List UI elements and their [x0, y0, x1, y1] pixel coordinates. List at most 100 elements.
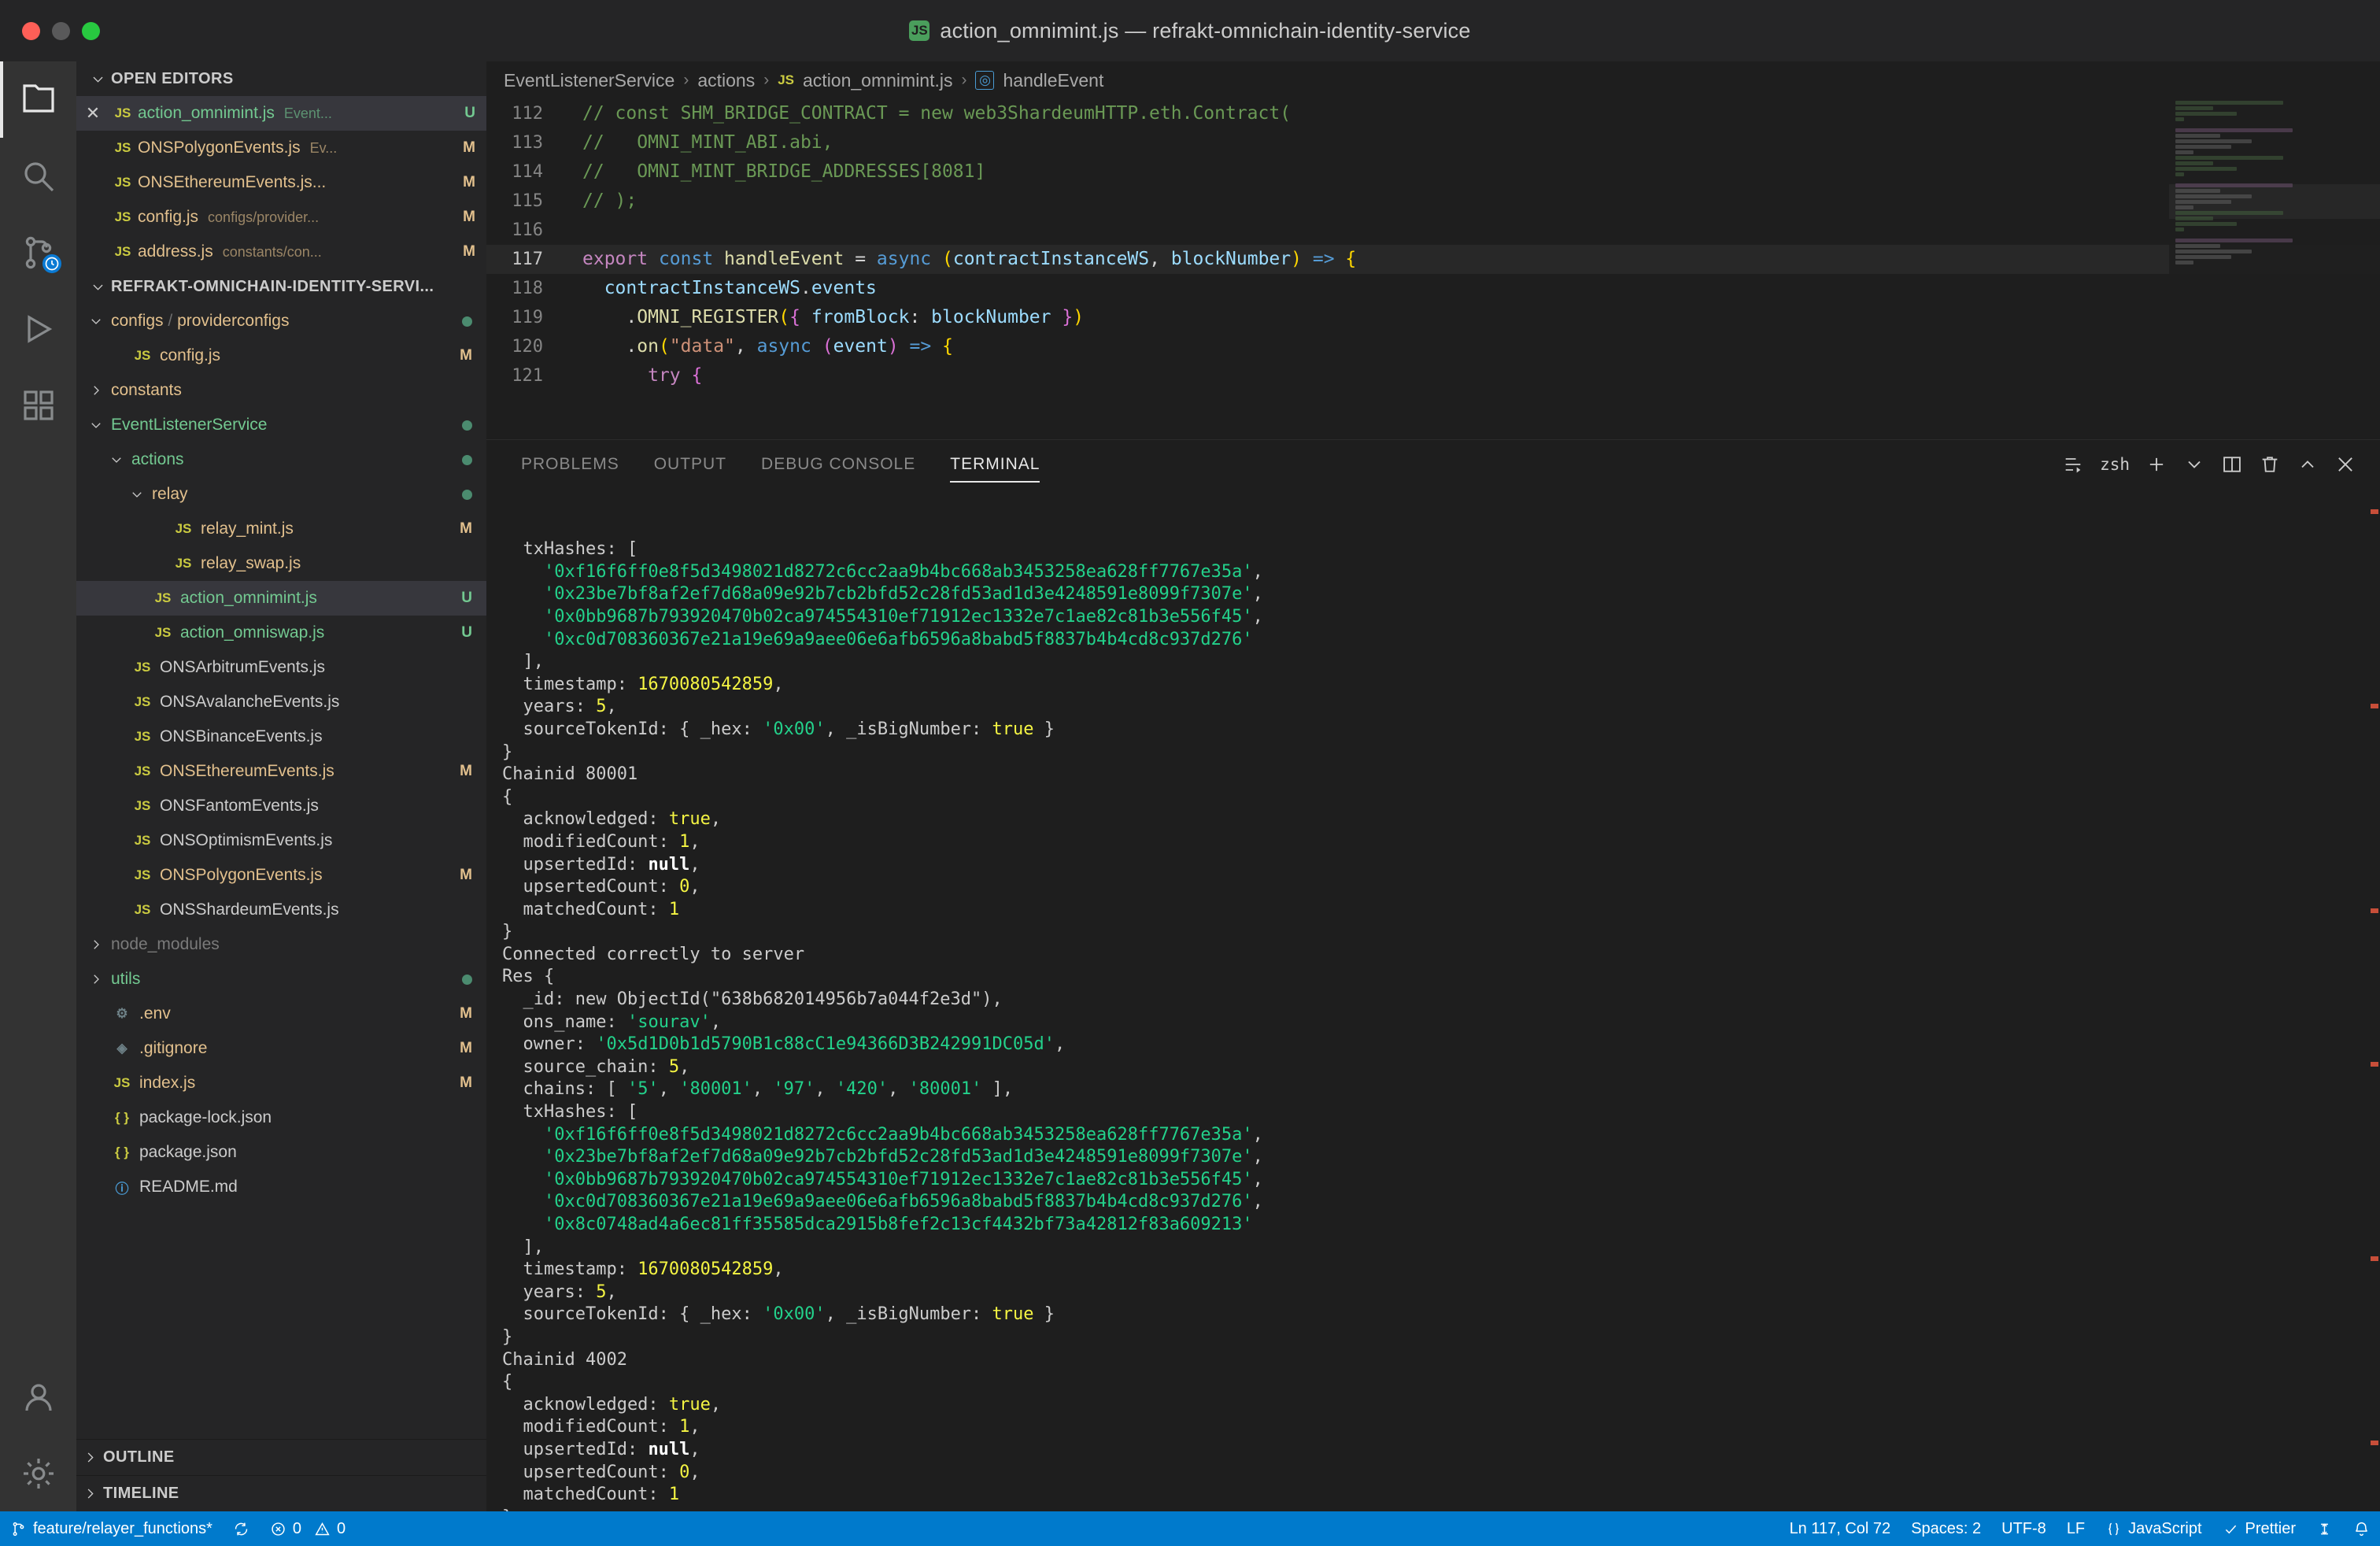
- tree-file-item[interactable]: ◈ .gitignore M: [76, 1031, 486, 1066]
- activity-explorer-icon[interactable]: [0, 61, 76, 138]
- line-number: 114: [512, 162, 543, 182]
- chevron-right-icon: [84, 383, 108, 398]
- editor-overview-ruler[interactable]: [2367, 99, 2380, 439]
- close-icon[interactable]: ✕: [76, 105, 109, 122]
- tree-file-item[interactable]: JS index.js M: [76, 1066, 486, 1100]
- tree-file-item[interactable]: JS ONSBinanceEvents.js: [76, 719, 486, 754]
- explorer-section: REFRAKT-OMNICHAIN-IDENTITY-SERVI... conf…: [76, 269, 486, 1439]
- status-formatter[interactable]: Prettier: [2212, 1511, 2306, 1546]
- tree-file-item[interactable]: JS relay_swap.js: [76, 546, 486, 581]
- terminal-line: ons_name: 'sourav',: [502, 1012, 722, 1032]
- close-icon[interactable]: [2334, 453, 2356, 475]
- tree-file-item[interactable]: JS action_omniswap.js U: [76, 616, 486, 650]
- minimap-line: [2175, 189, 2220, 193]
- tree-file-item[interactable]: JS action_omnimint.js U: [76, 581, 486, 616]
- terminal-line: matchedCount: 1: [502, 899, 680, 919]
- split-terminal-icon[interactable]: [2221, 453, 2243, 475]
- status-remote[interactable]: [2306, 1511, 2343, 1546]
- panel-tab-output[interactable]: OUTPUT: [637, 440, 744, 489]
- tree-file-item[interactable]: JS ONSShardeumEvents.js: [76, 893, 486, 927]
- tree-folder-item[interactable]: actions: [76, 442, 486, 477]
- tree-folder-item[interactable]: utils: [76, 962, 486, 997]
- open-editor-item[interactable]: JS address.js constants/con... M: [76, 235, 486, 269]
- open-editor-item[interactable]: JS ONSPolygonEvents.js Ev... M: [76, 131, 486, 165]
- panel-tab-terminal[interactable]: TERMINAL: [933, 440, 1057, 489]
- open-editor-item[interactable]: ✕ JS action_omnimint.js Event... U: [76, 96, 486, 131]
- tree-folder-item[interactable]: configs / providerconfigs: [76, 304, 486, 338]
- breadcrumb-item[interactable]: EventListenerService: [504, 70, 674, 91]
- window-controls[interactable]: [22, 21, 100, 40]
- tree-folder-item[interactable]: constants: [76, 373, 486, 408]
- status-problems[interactable]: 0 0: [260, 1511, 356, 1546]
- new-terminal-icon[interactable]: [2145, 453, 2168, 475]
- tree-file-item[interactable]: JS relay_mint.js M: [76, 512, 486, 546]
- tree-file-item[interactable]: JS ONSEthereumEvents.js M: [76, 754, 486, 789]
- tree-file-item[interactable]: JS ONSOptimismEvents.js: [76, 823, 486, 858]
- error-icon: [272, 1522, 285, 1536]
- minimize-window-button[interactable]: [52, 21, 70, 40]
- open-editors-title: OPEN EDITORS: [111, 69, 234, 87]
- open-editors-header[interactable]: OPEN EDITORS: [76, 61, 486, 96]
- status-sync[interactable]: [223, 1511, 260, 1546]
- status-encoding[interactable]: UTF-8: [1991, 1511, 2057, 1546]
- chevron-right-icon: ›: [763, 71, 770, 89]
- tree-file-item[interactable]: ⚙ .env M: [76, 997, 486, 1031]
- tree-file-item[interactable]: JS ONSAvalancheEvents.js: [76, 685, 486, 719]
- chevron-up-icon[interactable]: [2297, 453, 2319, 475]
- panel-overview-ruler[interactable]: [2367, 489, 2380, 1512]
- tree-folder-item[interactable]: node_modules: [76, 927, 486, 962]
- open-editor-item[interactable]: JS ONSEthereumEvents.js... M: [76, 165, 486, 200]
- terminal-line: Connected correctly to server: [502, 944, 805, 964]
- terminal-output[interactable]: txHashes: [ '0xf16f6ff0e8f5d3498021d8272…: [486, 489, 2380, 1512]
- window-title-group: JS action_omnimint.js — refrakt-omnichai…: [0, 0, 2380, 61]
- terminal-line: source_chain: 5,: [502, 1056, 690, 1077]
- tree-file-item[interactable]: ⓘ README.md: [76, 1170, 486, 1204]
- status-notifications[interactable]: [2343, 1511, 2380, 1546]
- chevron-down-icon: [84, 72, 111, 87]
- code-editor[interactable]: 112 // const SHM_BRIDGE_CONTRACT = new we…: [486, 99, 2380, 439]
- status-language-mode[interactable]: JavaScript: [2095, 1511, 2212, 1546]
- tree-file-item[interactable]: JS ONSArbitrumEvents.js: [76, 650, 486, 685]
- tree-folder-item[interactable]: EventListenerService: [76, 408, 486, 442]
- panel-tab-debug-console[interactable]: DEBUG CONSOLE: [744, 440, 933, 489]
- method-symbol-icon: ◎: [975, 71, 995, 90]
- tree-file-item[interactable]: JS ONSPolygonEvents.js M: [76, 858, 486, 893]
- activity-run-and-debug-icon[interactable]: [0, 290, 76, 367]
- tree-file-item[interactable]: { } package.json: [76, 1135, 486, 1170]
- activity-accounts-icon[interactable]: [0, 1359, 76, 1435]
- activity-source-control-icon[interactable]: [0, 214, 76, 290]
- chevron-down-icon: [84, 314, 108, 328]
- terminal-line: '0x23be7bf8af2ef7d68a09e92b7cb2bfd52c28f…: [543, 584, 1263, 605]
- tree-folder-item[interactable]: relay: [76, 477, 486, 512]
- terminal-shell-name[interactable]: zsh: [2100, 455, 2130, 474]
- breadcrumb-item[interactable]: actions: [697, 70, 755, 91]
- breadcrumb-item[interactable]: action_omnimint.js: [803, 70, 952, 91]
- activity-search-icon[interactable]: [0, 138, 76, 214]
- status-eol[interactable]: LF: [2057, 1511, 2095, 1546]
- tree-file-item[interactable]: JS config.js M: [76, 338, 486, 373]
- outline-section-header[interactable]: OUTLINE: [76, 1439, 486, 1475]
- minimap-line: [2175, 261, 2194, 264]
- launch-profile-icon[interactable]: [2062, 453, 2084, 475]
- open-editor-item[interactable]: JS config.js configs/provider... M: [76, 200, 486, 235]
- minimap[interactable]: [2169, 99, 2380, 439]
- tree-file-item[interactable]: { } package-lock.json: [76, 1100, 486, 1135]
- status-branch[interactable]: feature/relayer_functions*: [0, 1511, 223, 1546]
- status-cursor-position[interactable]: Ln 117, Col 72: [1779, 1511, 1901, 1546]
- activity-manage-gear-icon[interactable]: [0, 1435, 76, 1511]
- breadcrumb[interactable]: EventListenerService › actions › JS action_om…: [486, 61, 2380, 99]
- tree-file-item[interactable]: JS ONSFantomEvents.js: [76, 789, 486, 823]
- close-window-button[interactable]: [22, 21, 40, 40]
- terminal-line: '0xc0d708360367e21a19e69a9aee06e6afb6596…: [543, 1192, 1263, 1212]
- timeline-title: TIMELINE: [103, 1485, 179, 1502]
- timeline-section-header[interactable]: TIMELINE: [76, 1475, 486, 1511]
- chevron-down-icon[interactable]: [2183, 453, 2205, 475]
- breadcrumb-item[interactable]: handleEvent: [1003, 70, 1103, 91]
- kill-terminal-icon[interactable]: [2259, 453, 2281, 475]
- status-indentation[interactable]: Spaces: 2: [1901, 1511, 1991, 1546]
- explorer-header[interactable]: REFRAKT-OMNICHAIN-IDENTITY-SERVI...: [76, 269, 486, 304]
- activity-extensions-icon[interactable]: [0, 367, 76, 443]
- panel-tab-problems[interactable]: PROBLEMS: [504, 440, 637, 489]
- maximize-window-button[interactable]: [82, 21, 100, 40]
